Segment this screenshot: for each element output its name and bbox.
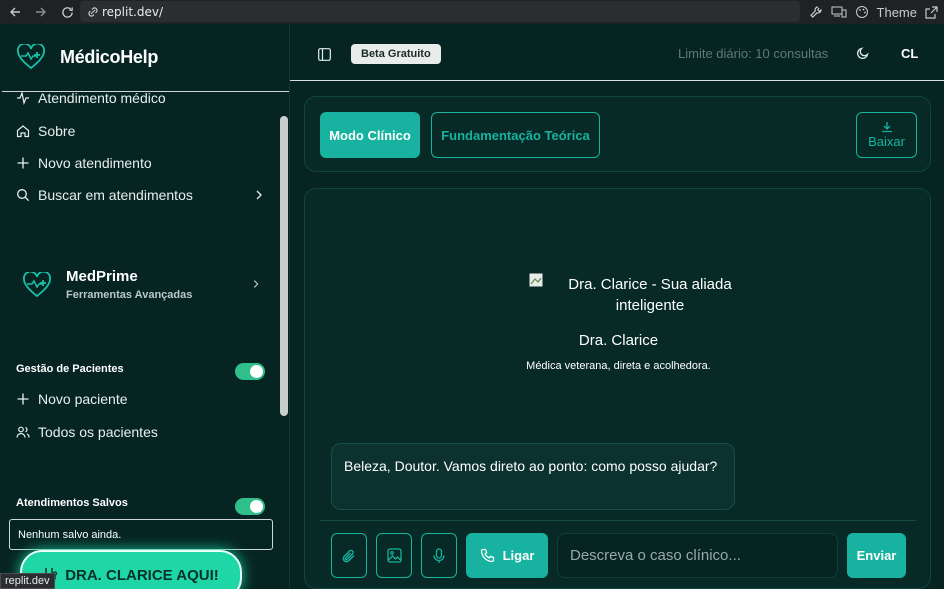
- address-bar[interactable]: replit.dev/: [80, 1, 800, 22]
- agent-name: Dra. Clarice: [578, 332, 659, 349]
- composer-divider: [320, 520, 916, 521]
- image-icon: [386, 548, 402, 563]
- sidebar-item-sobre[interactable]: Sobre: [16, 123, 75, 139]
- browser-toolbar: replit.dev/ Theme: [0, 0, 944, 24]
- palette-icon[interactable]: [855, 5, 869, 19]
- agent-description: Médica veterana, direta e acolhedora.: [526, 360, 711, 372]
- agent-image-alt: Dra. Clarice - Sua aliada inteligente: [568, 276, 732, 314]
- forward-icon[interactable]: [30, 1, 52, 23]
- case-input[interactable]: [557, 533, 838, 578]
- chevron-right-icon: [256, 190, 262, 200]
- beta-badge: Beta Gratuito: [351, 44, 441, 64]
- moon-icon[interactable]: [856, 46, 870, 60]
- medprime-logo-icon: [23, 271, 51, 297]
- theory-mode-button[interactable]: Fundamentação Teórica: [431, 112, 600, 158]
- chevron-right-icon: [253, 280, 259, 288]
- clinical-mode-button[interactable]: Modo Clínico: [320, 112, 420, 158]
- broken-image-icon: [529, 273, 543, 287]
- saved-empty-state: Nenhum salvo ainda.: [9, 519, 273, 550]
- search-icon: [17, 189, 30, 202]
- top-header: Beta Gratuito Limite diário: 10 consulta…: [290, 24, 944, 81]
- sidebar: MédicoHelp Atendimento médico Sobre Novo…: [2, 24, 290, 589]
- saved-section-label: Atendimentos Salvos: [16, 497, 128, 509]
- reload-icon[interactable]: [56, 1, 78, 23]
- patients-section-label: Gestão de Pacientes: [16, 363, 124, 375]
- sidebar-item-atendimento-medico[interactable]: Atendimento médico: [16, 90, 166, 106]
- sidebar-item-todos-pacientes[interactable]: Todos os pacientes: [16, 424, 158, 440]
- phone-icon: [480, 548, 494, 563]
- chat-panel: Dra. Clarice - Sua aliada inteligente Dr…: [304, 188, 931, 589]
- assistant-message: Beleza, Doutor. Vamos direto ao ponto: c…: [331, 443, 735, 510]
- tools-icon[interactable]: [809, 5, 823, 19]
- call-button[interactable]: Ligar: [466, 533, 548, 578]
- back-icon[interactable]: [4, 1, 26, 23]
- medprime-link[interactable]: MedPrime Ferramentas Avançadas: [22, 268, 262, 301]
- plus-icon: [17, 157, 29, 169]
- external-link-icon[interactable]: [925, 5, 938, 19]
- microphone-button[interactable]: [421, 533, 457, 578]
- sidebar-item-novo-atendimento[interactable]: Novo atendimento: [16, 155, 152, 171]
- brand-name: MédicoHelp: [60, 46, 159, 67]
- status-url: replit.dev: [0, 573, 55, 589]
- theme-label[interactable]: Theme: [877, 5, 917, 20]
- brand[interactable]: MédicoHelp: [16, 44, 158, 70]
- paperclip-icon: [342, 549, 355, 562]
- devices-icon[interactable]: [831, 5, 847, 19]
- mode-selector-card: Modo Clínico Fundamentação Teórica Baixa…: [304, 96, 931, 172]
- sidebar-scrollbar[interactable]: [280, 116, 288, 416]
- medprime-subtitle: Ferramentas Avançadas: [66, 289, 193, 301]
- daily-limit-text: Limite diário: 10 consultas: [678, 46, 829, 61]
- download-icon: [881, 122, 892, 133]
- user-avatar[interactable]: CL: [901, 46, 918, 61]
- sidebar-item-buscar-atendimentos[interactable]: Buscar em atendimentos: [16, 187, 266, 203]
- download-button[interactable]: Baixar: [856, 112, 917, 158]
- patients-toggle[interactable]: [235, 363, 265, 380]
- activity-icon: [17, 91, 29, 105]
- users-icon: [16, 426, 30, 438]
- attach-button[interactable]: [331, 533, 367, 578]
- sidebar-item-novo-paciente[interactable]: Novo paciente: [16, 391, 128, 407]
- send-button[interactable]: Enviar: [847, 533, 906, 578]
- brand-logo-icon: [17, 44, 45, 70]
- url-text[interactable]: replit.dev/: [102, 5, 163, 19]
- medprime-title: MedPrime: [66, 268, 138, 285]
- microphone-icon: [433, 547, 445, 563]
- site-info-icon[interactable]: [86, 5, 100, 19]
- image-upload-button[interactable]: [376, 533, 412, 578]
- plus-icon: [17, 393, 29, 405]
- saved-toggle[interactable]: [235, 498, 265, 515]
- home-icon: [16, 125, 30, 138]
- sidebar-toggle-icon[interactable]: [318, 48, 331, 61]
